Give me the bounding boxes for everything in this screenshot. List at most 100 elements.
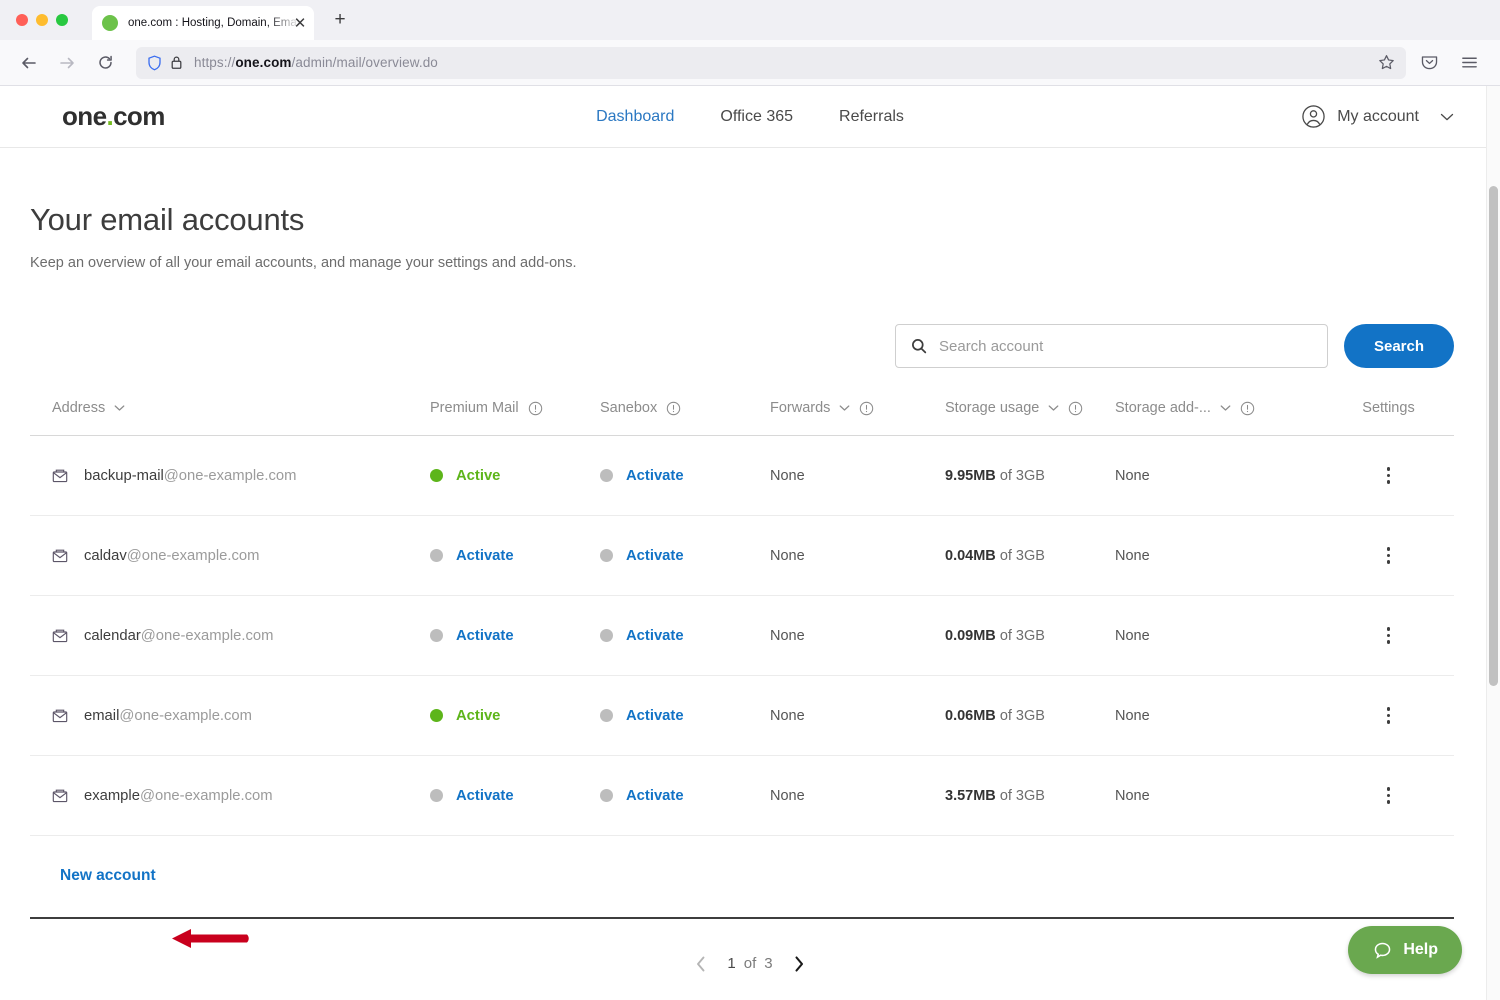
- help-button[interactable]: Help: [1348, 926, 1462, 974]
- storage-usage-value: 0.06MB of 3GB: [945, 676, 1115, 756]
- search-box[interactable]: [895, 324, 1328, 368]
- sanebox-status[interactable]: Activate: [600, 468, 770, 484]
- nav-item-office365[interactable]: Office 365: [720, 108, 793, 126]
- sanebox-status[interactable]: Activate: [600, 548, 770, 564]
- column-header-settings: Settings: [1323, 400, 1454, 436]
- column-header-storage-addon[interactable]: Storage add-...: [1115, 400, 1323, 436]
- kebab-menu-icon[interactable]: [1379, 706, 1399, 726]
- table-row[interactable]: backup-mail@one-example.com Active Activ…: [30, 436, 1454, 516]
- status-dot-icon: [600, 549, 613, 562]
- chevron-down-icon[interactable]: [1220, 403, 1231, 414]
- new-account-row: New account: [30, 836, 1454, 918]
- minimize-window-button[interactable]: [36, 14, 48, 26]
- shield-icon[interactable]: [144, 53, 164, 73]
- table-row[interactable]: caldav@one-example.com Activate Activate…: [30, 516, 1454, 596]
- row-settings-button[interactable]: [1323, 546, 1454, 566]
- chat-bubble-icon: [1372, 940, 1392, 960]
- main-navigation: Dashboard Office 365 Referrals: [596, 108, 904, 126]
- premium-mail-status[interactable]: Activate: [430, 548, 600, 564]
- row-settings-button[interactable]: [1323, 786, 1454, 806]
- forwards-value: None: [770, 547, 805, 564]
- column-header-forwards[interactable]: Forwards: [770, 400, 945, 436]
- sanebox-label[interactable]: Activate: [626, 468, 684, 484]
- maximize-window-button[interactable]: [56, 14, 68, 26]
- premium-mail-label[interactable]: Active: [456, 708, 500, 724]
- scrollbar-thumb[interactable]: [1489, 186, 1498, 686]
- window-controls: [0, 14, 68, 40]
- search-button[interactable]: Search: [1344, 324, 1454, 368]
- premium-mail-label[interactable]: Activate: [456, 788, 514, 804]
- info-icon[interactable]: [528, 401, 543, 416]
- chevron-down-icon[interactable]: [1048, 403, 1059, 414]
- table-row[interactable]: calendar@one-example.com Activate Activa…: [30, 596, 1454, 676]
- new-tab-button[interactable]: +: [328, 8, 352, 32]
- sanebox-label[interactable]: Activate: [626, 548, 684, 564]
- back-arrow-icon[interactable]: [12, 48, 46, 78]
- pocket-icon[interactable]: [1416, 50, 1442, 76]
- address-local: calendar: [84, 627, 141, 644]
- browser-toolbar: https://one.com/admin/mail/overview.do: [0, 40, 1500, 86]
- storage-quota: of 3GB: [999, 547, 1045, 564]
- row-settings-button[interactable]: [1323, 626, 1454, 646]
- sanebox-status[interactable]: Activate: [600, 628, 770, 644]
- page-title: Your email accounts: [30, 202, 305, 237]
- search-input[interactable]: [939, 337, 1313, 355]
- one-com-logo[interactable]: one.com: [62, 101, 165, 132]
- page-scrollbar[interactable]: [1486, 86, 1500, 1000]
- forwards-value: None: [770, 627, 805, 644]
- premium-mail-label[interactable]: Activate: [456, 548, 514, 564]
- close-tab-icon[interactable]: ✕: [292, 15, 308, 32]
- premium-mail-status[interactable]: Active: [430, 468, 600, 484]
- sanebox-status[interactable]: Activate: [600, 788, 770, 804]
- address-local: backup-mail: [84, 467, 164, 484]
- column-header-storage-usage[interactable]: Storage usage: [945, 400, 1115, 436]
- address-bar[interactable]: https://one.com/admin/mail/overview.do: [136, 46, 1406, 79]
- hamburger-menu-icon[interactable]: [1456, 50, 1482, 76]
- chevron-down-icon[interactable]: [114, 403, 125, 414]
- premium-mail-label[interactable]: Activate: [456, 628, 514, 644]
- storage-usage-value: 9.95MB of 3GB: [945, 436, 1115, 516]
- sanebox-label[interactable]: Activate: [626, 788, 684, 804]
- premium-mail-label[interactable]: Active: [456, 468, 500, 484]
- storage-quota: of 3GB: [999, 707, 1045, 724]
- premium-mail-status[interactable]: Activate: [430, 628, 600, 644]
- chevron-down-icon[interactable]: [839, 403, 850, 414]
- reload-icon[interactable]: [88, 48, 122, 78]
- info-icon[interactable]: [859, 401, 874, 416]
- my-account-menu[interactable]: My account: [1300, 104, 1454, 130]
- status-dot-icon: [600, 709, 613, 722]
- column-header-address[interactable]: Address: [30, 400, 430, 436]
- sanebox-label[interactable]: Activate: [626, 628, 684, 644]
- row-settings-button[interactable]: [1323, 466, 1454, 486]
- premium-mail-status[interactable]: Activate: [430, 788, 600, 804]
- kebab-menu-icon[interactable]: [1379, 786, 1399, 806]
- nav-item-referrals[interactable]: Referrals: [839, 108, 904, 126]
- chevron-right-icon[interactable]: [786, 951, 812, 977]
- kebab-menu-icon[interactable]: [1379, 546, 1399, 566]
- table-row[interactable]: email@one-example.com Active Activate No…: [30, 676, 1454, 756]
- row-settings-button[interactable]: [1323, 706, 1454, 726]
- kebab-menu-icon[interactable]: [1379, 466, 1399, 486]
- info-icon[interactable]: [666, 401, 681, 416]
- table-row[interactable]: example@one-example.com Activate Activat…: [30, 756, 1454, 836]
- close-window-button[interactable]: [16, 14, 28, 26]
- premium-mail-status[interactable]: Active: [430, 708, 600, 724]
- logo-prefix: one: [62, 101, 107, 131]
- browser-tab[interactable]: one.com : Hosting, Domain, Ema ✕: [92, 6, 314, 40]
- kebab-menu-icon[interactable]: [1379, 626, 1399, 646]
- column-label-storage-addon: Storage add-...: [1115, 400, 1211, 416]
- storage-used: 3.57MB: [945, 787, 996, 804]
- email-accounts-table: Address Premium Mail Sanebox Forwards St…: [30, 400, 1454, 919]
- info-icon[interactable]: [1240, 401, 1255, 416]
- nav-item-dashboard[interactable]: Dashboard: [596, 108, 674, 126]
- new-account-link[interactable]: New account: [30, 867, 156, 885]
- column-label-settings: Settings: [1362, 400, 1415, 416]
- star-icon[interactable]: [1372, 49, 1400, 77]
- address-domain: @one-example.com: [139, 787, 273, 804]
- info-icon[interactable]: [1068, 401, 1083, 416]
- sanebox-status[interactable]: Activate: [600, 708, 770, 724]
- sanebox-label[interactable]: Activate: [626, 708, 684, 724]
- browser-window: one.com : Hosting, Domain, Ema ✕ + https…: [0, 0, 1500, 1000]
- tab-favicon-icon: [102, 15, 118, 31]
- my-account-label: My account: [1337, 107, 1419, 125]
